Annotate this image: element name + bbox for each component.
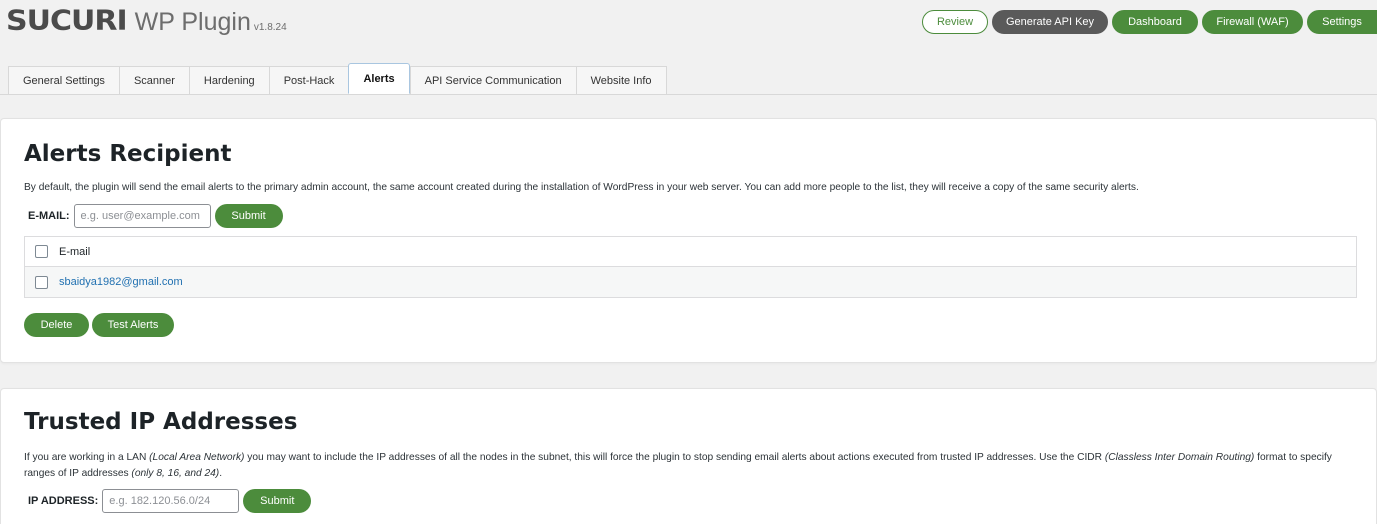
tab-bar: General Settings Scanner Hardening Post-… [8, 63, 667, 95]
plugin-header: SUCURI WP Plugin v1.8.24 Review Generate… [0, 0, 1377, 44]
select-all-checkbox[interactable] [35, 245, 48, 258]
email-input[interactable]: e.g. user@example.com [73, 204, 211, 228]
tab-hardening[interactable]: Hardening [188, 66, 269, 95]
generate-api-key-button[interactable]: Generate API Key [992, 10, 1108, 34]
email-submit-button[interactable]: Submit [214, 204, 283, 228]
ip-submit-button[interactable]: Submit [243, 489, 312, 513]
email-column-header: E-mail [59, 245, 91, 258]
tab-scanner[interactable]: Scanner [118, 66, 189, 95]
version-label: v1.8.24 [253, 22, 287, 33]
sucuri-logo: SUCURI WP Plugin v1.8.24 [6, 6, 287, 37]
firewall-button[interactable]: Firewall (WAF) [1202, 10, 1303, 34]
recipient-table: E-mail sbaidya1982@gmail.com [24, 236, 1357, 298]
row-checkbox[interactable] [35, 275, 48, 289]
section-description: By default, the plugin will send the ema… [24, 182, 1139, 193]
ip-address-label: IP ADDRESS: [28, 495, 99, 507]
header-buttons: Review Generate API Key Dashboard Firewa… [922, 10, 1377, 34]
dashboard-button[interactable]: Dashboard [1112, 10, 1198, 34]
table-row: sbaidya1982@gmail.com [25, 267, 1356, 297]
section-title: Alerts Recipient [24, 141, 232, 167]
email-label: E-MAIL: [28, 210, 70, 222]
ip-address-input[interactable]: e.g. 182.120.56.0/24 [102, 489, 240, 513]
section-description: If you are working in a LAN (Local Area … [24, 452, 1332, 479]
alerts-recipient-panel: Alerts Recipient By default, the plugin … [0, 118, 1377, 363]
table-actions: Delete Test Alerts [24, 313, 174, 337]
tab-alerts[interactable]: Alerts [348, 63, 410, 94]
delete-button[interactable]: Delete [24, 313, 89, 337]
logo-mark: SUCURI [6, 4, 128, 37]
recipient-email[interactable]: sbaidya1982@gmail.com [59, 276, 183, 288]
test-alerts-button[interactable]: Test Alerts [92, 313, 174, 337]
ip-form: IP ADDRESS: e.g. 182.120.56.0/24 Submit [28, 489, 312, 513]
trusted-ip-panel: Trusted IP Addresses If you are working … [0, 388, 1377, 524]
tab-general-settings[interactable]: General Settings [8, 66, 119, 95]
app-name: WP Plugin [134, 8, 251, 36]
tab-website-info[interactable]: Website Info [575, 66, 667, 95]
section-title: Trusted IP Addresses [24, 409, 298, 435]
tab-post-hack[interactable]: Post-Hack [268, 66, 349, 95]
settings-button[interactable]: Settings [1307, 10, 1377, 34]
tab-api-service-communication[interactable]: API Service Communication [409, 66, 576, 95]
review-button[interactable]: Review [922, 10, 988, 34]
table-header: E-mail [25, 237, 1356, 267]
email-form: E-MAIL: e.g. user@example.com Submit [28, 204, 283, 228]
